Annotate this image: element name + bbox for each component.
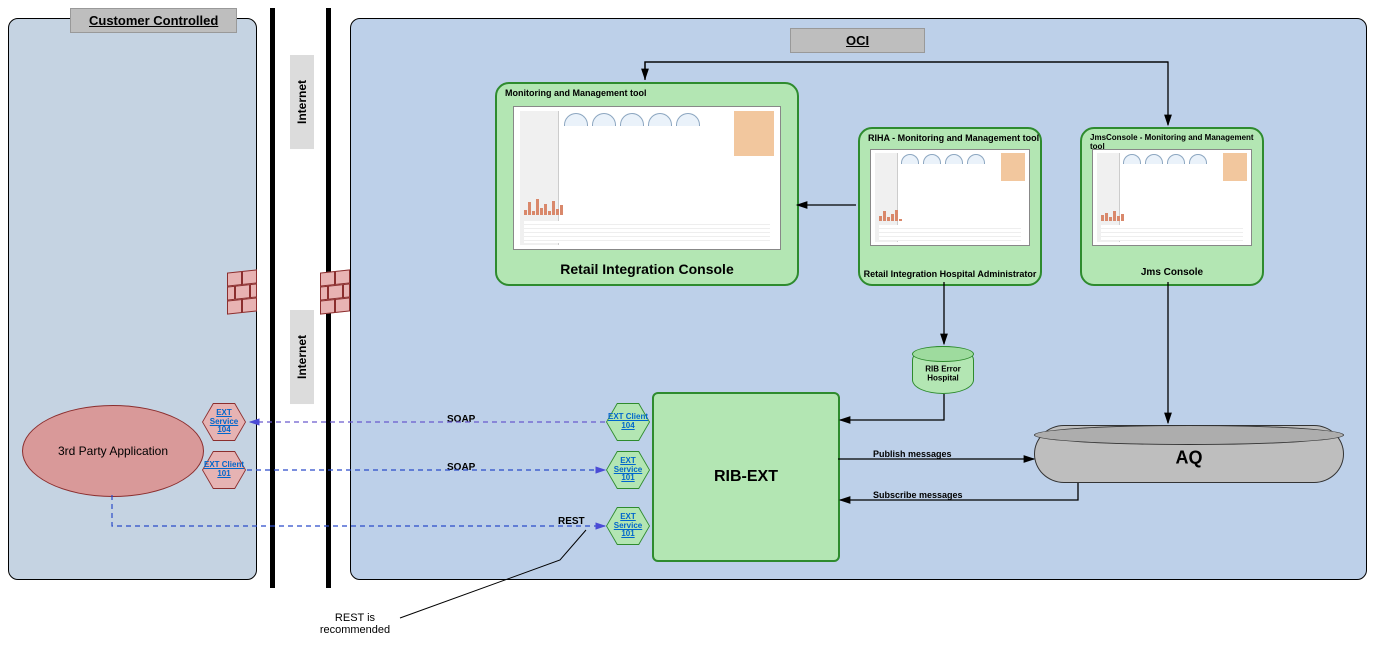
firewall-icon-right [320,269,350,314]
jms-tool-footer: Jms Console [1082,267,1262,278]
hex-ext-service-101: EXT Service 101 [607,452,649,488]
ric-tool-footer: Retail Integration Console [497,261,797,277]
annotation-rest-rec: REST is recommended [310,612,400,636]
rib-error-hospital-label: RIB Error Hospital [912,365,974,383]
internet-label-top: Internet [290,55,314,149]
third-party-application: 3rd Party Application [22,405,204,497]
riha-tool-box: RIHA - Monitoring and Management tool Re… [858,127,1042,286]
customer-controlled-title: Customer Controlled [70,8,237,33]
hex-ext-client-101-pink: EXT Client 101 [203,452,245,488]
riha-tool-footer: Retail Integration Hospital Administrato… [860,270,1040,280]
protocol-soap-2: SOAP [447,462,475,473]
riha-screenshot [870,149,1030,246]
ric-screenshot [513,106,781,250]
protocol-rest: REST [558,516,585,527]
hex-ext-client-104: EXT Client 104 [607,404,649,440]
oci-title: OCI [790,28,925,53]
barrier-line-left [270,8,275,588]
rib-error-hospital: RIB Error Hospital [912,346,974,394]
protocol-soap-1: SOAP [447,414,475,425]
hex-ext-service-104-pink: EXT Service 104 [203,404,245,440]
ric-tool-box: Monitoring and Management tool Retail In… [495,82,799,286]
aq-node: AQ [1034,425,1344,483]
riha-tool-title: RIHA - Monitoring and Management tool [868,133,1039,143]
aq-label: AQ [1034,448,1344,469]
ric-tool-title: Monitoring and Management tool [505,88,647,98]
edge-publish-messages: Publish messages [873,449,952,459]
jms-screenshot [1092,149,1252,246]
firewall-icon-left [227,269,257,314]
edge-subscribe-messages: Subscribe messages [873,490,963,500]
rib-ext-label: RIB-EXT [714,468,778,486]
hex-ext-service-101-b: EXT Service 101 [607,508,649,544]
jms-tool-box: JmsConsole - Monitoring and Management t… [1080,127,1264,286]
rib-ext-node: RIB-EXT [652,392,840,562]
internet-label-bottom: Internet [290,310,314,404]
third-party-label: 3rd Party Application [58,444,168,458]
